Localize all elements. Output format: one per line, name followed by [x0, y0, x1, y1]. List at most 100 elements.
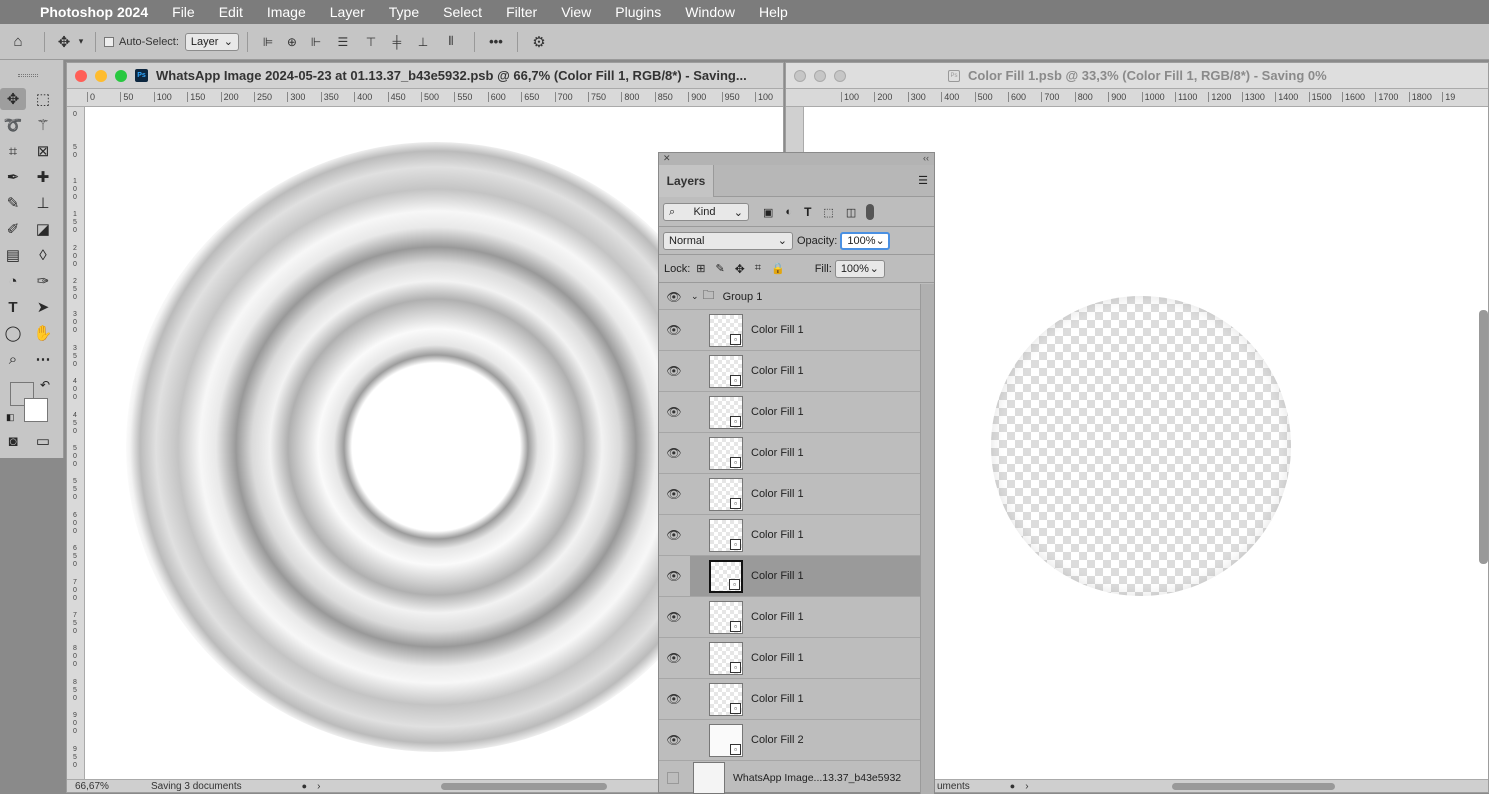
menu-view[interactable]: View	[561, 4, 591, 20]
align-top-icon[interactable]: ⊤	[358, 35, 384, 49]
layer-row[interactable]: 👁 ▫ Color Fill 1	[659, 638, 920, 679]
layer-row[interactable]: 👁 ▫ Color Fill 2	[659, 720, 920, 761]
eye-icon[interactable]: 👁	[659, 610, 689, 624]
stamp-tool-icon[interactable]: ⊥	[30, 192, 56, 214]
layer-row[interactable]: 👁 ▫ Color Fill 1	[659, 433, 920, 474]
layer-row[interactable]: 👁 ▫ Color Fill 1	[659, 392, 920, 433]
eye-icon[interactable]: 👁	[659, 733, 689, 747]
distribute-icon[interactable]: ☰	[328, 35, 358, 49]
align-middle-icon[interactable]: ╪	[384, 35, 410, 49]
filter-kind-dropdown[interactable]: ⌕ Kind ⌄	[663, 203, 749, 221]
eye-icon[interactable]: 👁	[659, 569, 689, 583]
screen-mode-icon[interactable]: ▭	[30, 430, 56, 452]
menu-edit[interactable]: Edit	[219, 4, 243, 20]
pen-tool-icon[interactable]: ✑	[30, 270, 56, 292]
horizontal-ruler[interactable]: 100 200 300 400 500 600 700 800 900 1000 1100 1200 1…	[786, 89, 1488, 107]
dodge-tool-icon[interactable]: ◔	[0, 270, 26, 292]
chevron-down-icon[interactable]: ▾	[75, 36, 87, 47]
eye-icon[interactable]: 👁	[659, 405, 689, 419]
home-icon[interactable]: ⌂	[0, 33, 36, 50]
vertical-scrollbar[interactable]	[1479, 310, 1488, 564]
zoom-level[interactable]: 66,67%	[75, 781, 145, 792]
vertical-ruler[interactable]: 0 5 0 1 0 0 1 5 0 2 0 0 2 5 0 3 0 0 3 5 0 4 0 0 4…	[67, 107, 85, 780]
move-tool-icon[interactable]: ✥	[0, 88, 26, 110]
tab-layers[interactable]: Layers	[659, 165, 714, 197]
layer-row[interactable]: 👁 ▫ Color Fill 1	[659, 351, 920, 392]
close-icon[interactable]	[794, 69, 806, 82]
eye-icon[interactable]: 👁	[659, 323, 689, 337]
document-tab-1[interactable]: Ps WhatsApp Image 2024-05-23 at 01.13.37…	[67, 63, 783, 89]
more-options-icon[interactable]: •••	[483, 34, 509, 49]
menu-file[interactable]: File	[172, 4, 195, 20]
layer-row[interactable]: 👁 ▫ Color Fill 1	[659, 310, 920, 351]
adjustment-filter-icon[interactable]: ◐	[785, 206, 792, 218]
eye-icon[interactable]: 👁	[659, 364, 689, 378]
lock-position-icon[interactable]: ✥	[735, 262, 745, 276]
collapse-icon[interactable]: ‹‹	[923, 153, 929, 163]
ellipse-tool-icon[interactable]: ◯	[0, 322, 26, 344]
eye-icon[interactable]: 👁	[659, 528, 689, 542]
distribute-vertical-icon[interactable]: ⦀	[436, 34, 466, 49]
menu-help[interactable]: Help	[759, 4, 788, 20]
eye-icon[interactable]: 👁	[659, 692, 689, 706]
menu-select[interactable]: Select	[443, 4, 482, 20]
opacity-input[interactable]: 100% ⌄	[840, 231, 891, 250]
info-icon[interactable]: ●	[1010, 781, 1015, 791]
maximize-icon[interactable]	[115, 69, 127, 82]
blend-mode-dropdown[interactable]: Normal ⌄	[663, 231, 793, 250]
close-icon[interactable]	[75, 69, 87, 82]
horizontal-ruler[interactable]: 0 50 100 150 200 250 300 350 400 450 500 550 600 650 7…	[67, 89, 783, 107]
more-tools-icon[interactable]: ⋯	[30, 348, 56, 370]
info-icon[interactable]: ●	[302, 781, 307, 791]
eye-icon[interactable]: 👁	[659, 446, 689, 460]
minimize-icon[interactable]	[814, 69, 826, 82]
history-brush-icon[interactable]: ✐	[0, 218, 26, 240]
align-bottom-icon[interactable]: ⊥	[410, 35, 436, 49]
layers-scrollbar[interactable]	[920, 284, 934, 794]
brush-tool-icon[interactable]: ✎	[0, 192, 26, 214]
layer-row[interactable]: 👁 ▫ Color Fill 1	[659, 597, 920, 638]
layer-group-row[interactable]: 👁 ⌄ 🗀 Group 1	[659, 284, 920, 310]
align-left-icon[interactable]: ⊫	[256, 35, 280, 49]
menu-image[interactable]: Image	[267, 4, 306, 20]
panel-menu-icon[interactable]: ☰	[918, 174, 928, 187]
eye-icon[interactable]: 👁	[659, 487, 689, 501]
shape-filter-icon[interactable]: ⬚	[823, 206, 833, 219]
panel-header[interactable]: ✕ ‹‹	[659, 153, 934, 165]
background-color-swatch[interactable]	[24, 398, 48, 422]
chevron-right-icon[interactable]: ›	[1025, 781, 1028, 792]
healing-brush-icon[interactable]: ✚	[30, 166, 56, 188]
layer-row[interactable]: 👁 ▫ Color Fill 1	[659, 556, 920, 597]
align-right-icon[interactable]: ⊩	[304, 35, 328, 49]
eye-icon[interactable]: 👁	[659, 651, 689, 665]
type-filter-icon[interactable]: T	[804, 205, 811, 219]
zoom-tool-icon[interactable]: ⌕	[0, 348, 26, 370]
crop-tool-icon[interactable]: ⌗	[0, 140, 26, 162]
swap-colors-icon[interactable]: ↶	[40, 378, 50, 392]
magic-wand-icon[interactable]: ⚚	[30, 114, 56, 136]
default-colors-icon[interactable]: ◧	[6, 412, 15, 423]
chevron-right-icon[interactable]: ›	[317, 781, 320, 792]
move-tool-icon[interactable]: ✥	[53, 33, 75, 51]
lock-artboard-icon[interactable]: ⌗	[755, 262, 761, 275]
lasso-tool-icon[interactable]: ➰	[0, 114, 26, 136]
hand-tool-icon[interactable]: ✋	[30, 322, 56, 344]
menu-filter[interactable]: Filter	[506, 4, 537, 20]
layer-row[interactable]: 👁 ▫ Color Fill 1	[659, 679, 920, 720]
pixel-filter-icon[interactable]: ▣	[763, 206, 773, 219]
smart-object-filter-icon[interactable]: ◫	[846, 206, 856, 219]
filter-toggle[interactable]	[866, 204, 875, 220]
chevron-down-icon[interactable]: ⌄	[691, 291, 699, 302]
gear-icon[interactable]: ⚙	[526, 33, 552, 51]
frame-tool-icon[interactable]: ⊠	[30, 140, 56, 162]
menu-layer[interactable]: Layer	[330, 4, 365, 20]
eraser-icon[interactable]: ◪	[30, 218, 56, 240]
lock-transparency-icon[interactable]: ⊞	[696, 262, 705, 275]
layer-row[interactable]: 👁 ▫ Color Fill 1	[659, 515, 920, 556]
align-center-icon[interactable]: ⊕	[280, 35, 304, 49]
marquee-tool-icon[interactable]: ⬚	[30, 88, 56, 110]
layer-row[interactable]: 👁 ▫ Color Fill 1	[659, 474, 920, 515]
gradient-tool-icon[interactable]: ▤	[0, 244, 26, 266]
menu-window[interactable]: Window	[685, 4, 735, 20]
path-selection-icon[interactable]: ➤	[30, 296, 56, 318]
